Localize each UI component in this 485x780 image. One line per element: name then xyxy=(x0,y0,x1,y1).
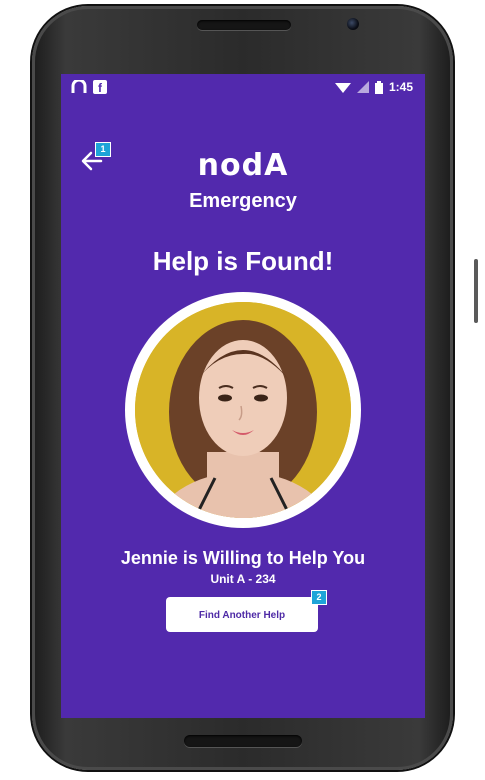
front-camera-icon xyxy=(347,18,359,30)
annotation-marker-2: 2 xyxy=(311,590,327,605)
avatar xyxy=(135,302,351,518)
status-left-icons: f xyxy=(71,80,107,95)
status-right-icons: 1:45 xyxy=(334,80,413,94)
helper-message: Jennie is Willing to Help You xyxy=(120,548,366,568)
facebook-icon: f xyxy=(93,80,107,95)
battery-icon xyxy=(374,80,383,94)
nod-app-icon xyxy=(71,80,87,93)
avatar-ring xyxy=(125,292,361,528)
app-logo: nodA xyxy=(197,148,289,183)
helper-portrait-image xyxy=(135,302,351,518)
app-screen: f 1:45 1 nodA Emergency Help is Found! J… xyxy=(61,74,425,718)
helper-unit: Unit A - 234 xyxy=(210,572,276,586)
wifi-icon xyxy=(334,83,351,93)
side-button xyxy=(474,259,478,323)
top-speaker xyxy=(197,20,291,30)
page-subtitle: Emergency xyxy=(189,190,297,212)
bottom-speaker xyxy=(184,735,302,747)
status-bar: f 1:45 xyxy=(61,74,425,102)
find-another-help-button[interactable]: Find Another Help xyxy=(166,597,318,632)
status-time: 1:45 xyxy=(388,80,413,94)
page-title: Help is Found! xyxy=(152,246,334,276)
signal-icon xyxy=(356,81,369,93)
